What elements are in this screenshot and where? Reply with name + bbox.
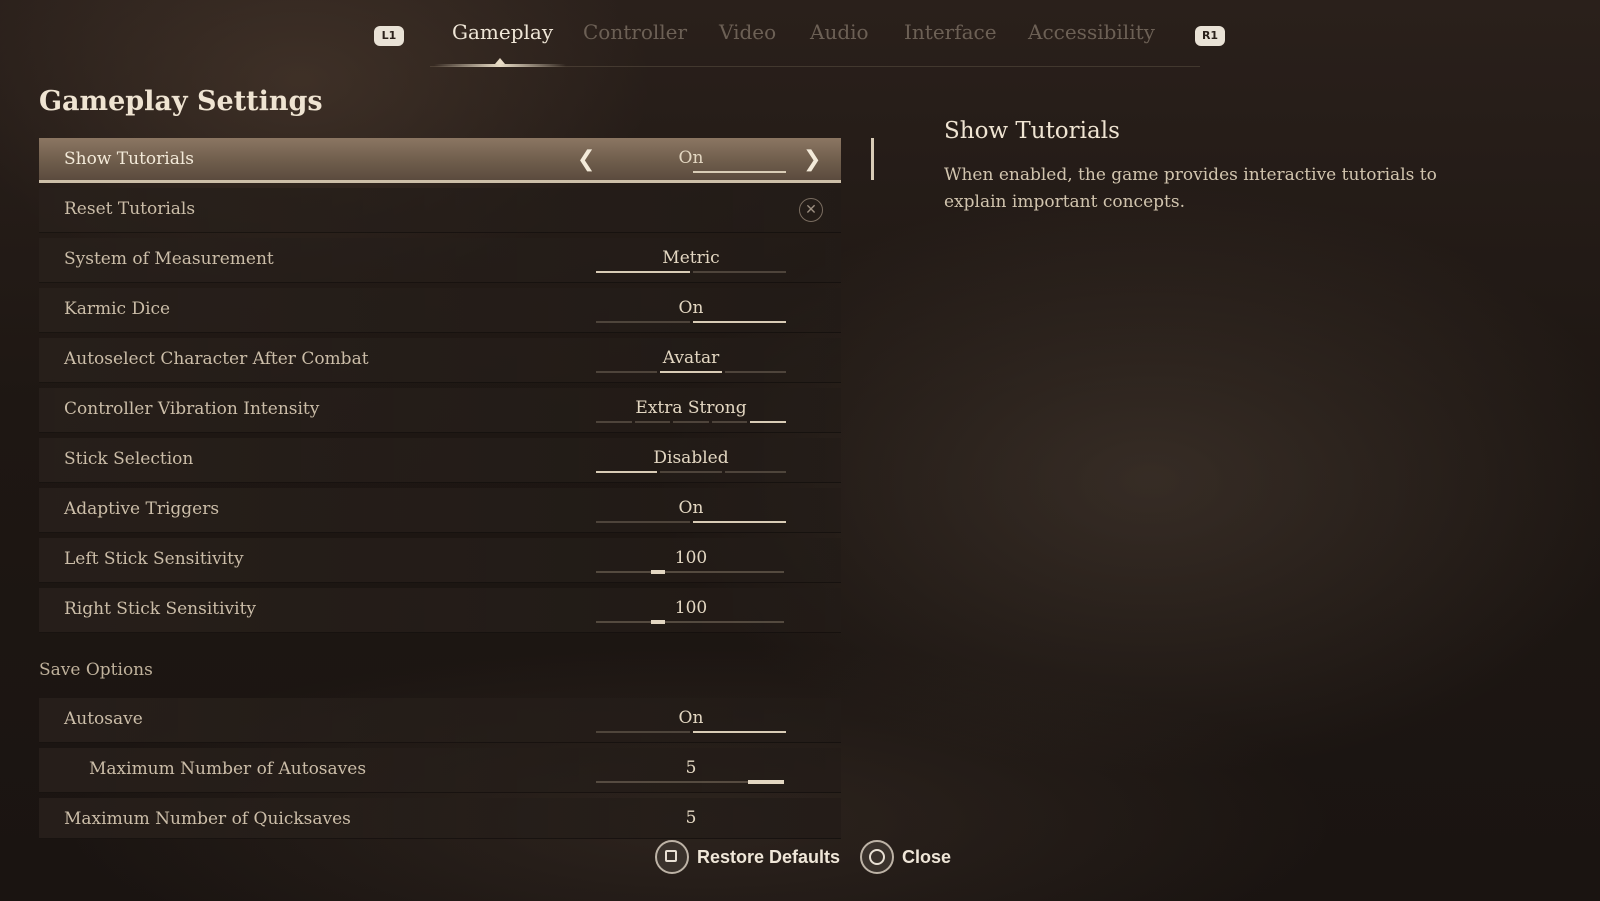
tab-bar: L1 Gameplay Controller Video Audio Inter… (0, 14, 1600, 72)
option-indicator (596, 171, 786, 173)
setting-row-max-quicksaves[interactable]: Maximum Number of Quicksaves 5 (39, 798, 841, 839)
setting-row-stick-selection[interactable]: Stick Selection Disabled (39, 438, 841, 483)
circle-button-icon (860, 840, 894, 874)
option-indicator (596, 271, 786, 273)
setting-value: 100 (674, 598, 708, 618)
tab-audio[interactable]: Audio (810, 20, 869, 44)
tab-interface[interactable]: Interface (904, 20, 997, 44)
setting-value: 5 (685, 758, 697, 778)
slider-knob[interactable] (651, 620, 666, 624)
square-button-icon (655, 840, 689, 874)
sensitivity-slider[interactable] (596, 570, 784, 574)
setting-label: Autosave (64, 709, 143, 729)
close-icon[interactable]: ✕ (799, 198, 823, 222)
r1-bumper-icon[interactable]: R1 (1195, 26, 1225, 46)
setting-value: Extra Strong (635, 398, 747, 418)
active-tab-underline (434, 64, 566, 67)
setting-label: Adaptive Triggers (64, 499, 220, 519)
setting-value: On (678, 498, 704, 518)
setting-label: Maximum Number of Autosaves (89, 759, 367, 779)
setting-row-autosave[interactable]: Autosave On (39, 698, 841, 743)
setting-row-left-stick-sensitivity[interactable]: Left Stick Sensitivity 100 (39, 538, 841, 583)
restore-defaults-label: Restore Defaults (697, 846, 841, 867)
tab-accessibility[interactable]: Accessibility (1028, 20, 1155, 44)
setting-label: Right Stick Sensitivity (64, 599, 257, 619)
option-indicator (596, 371, 786, 373)
tab-controller[interactable]: Controller (583, 20, 687, 44)
setting-row-system-of-measurement[interactable]: System of Measurement Metric (39, 238, 841, 283)
setting-label: Reset Tutorials (64, 199, 196, 219)
l1-bumper-icon[interactable]: L1 (374, 26, 404, 46)
slider-knob[interactable] (748, 780, 784, 784)
description-text: When enabled, the game provides interact… (944, 165, 1437, 212)
setting-row-max-autosaves[interactable]: Maximum Number of Autosaves 5 (39, 748, 841, 793)
tab-gameplay[interactable]: Gameplay (452, 20, 553, 44)
option-indicator (596, 321, 786, 323)
setting-label: Stick Selection (64, 449, 194, 469)
setting-row-controller-vibration[interactable]: Controller Vibration Intensity Extra Str… (39, 388, 841, 433)
setting-label: Autoselect Character After Combat (64, 349, 369, 369)
setting-label: Left Stick Sensitivity (64, 549, 244, 569)
option-indicator (596, 521, 786, 523)
section-header-save-options: Save Options (39, 660, 153, 680)
setting-label: Controller Vibration Intensity (64, 399, 320, 419)
description-title: Show Tutorials (944, 118, 1120, 144)
setting-label: System of Measurement (64, 249, 274, 269)
setting-value: 100 (674, 548, 708, 568)
setting-row-adaptive-triggers[interactable]: Adaptive Triggers On (39, 488, 841, 533)
setting-value: Avatar (662, 348, 720, 368)
setting-row-reset-tutorials[interactable]: Reset Tutorials ✕ (39, 188, 841, 233)
setting-row-show-tutorials[interactable]: Show Tutorials ❮ On ❯ (39, 138, 841, 183)
setting-value: 5 (685, 808, 697, 828)
restore-defaults-button[interactable]: Restore Defaults (655, 840, 840, 874)
tab-video[interactable]: Video (719, 20, 776, 44)
sensitivity-slider[interactable] (596, 620, 784, 624)
setting-row-autoselect-character[interactable]: Autoselect Character After Combat Avatar (39, 338, 841, 383)
close-label: Close (902, 846, 952, 867)
setting-label: Maximum Number of Quicksaves (64, 809, 351, 829)
chevron-left-icon[interactable]: ❮ (577, 147, 595, 172)
chevron-right-icon[interactable]: ❯ (803, 147, 821, 172)
setting-row-karmic-dice[interactable]: Karmic Dice On (39, 288, 841, 333)
option-indicator (596, 471, 786, 473)
page-title: Gameplay Settings (39, 86, 323, 117)
scrollbar[interactable] (871, 138, 874, 180)
setting-label: Show Tutorials (64, 149, 194, 169)
setting-label: Karmic Dice (64, 299, 171, 319)
setting-value: Disabled (653, 448, 729, 468)
option-indicator (596, 421, 786, 423)
option-indicator (596, 731, 786, 733)
active-tab-caret-icon (495, 58, 505, 64)
slider-knob[interactable] (651, 570, 666, 574)
setting-value: On (678, 298, 704, 318)
setting-row-right-stick-sensitivity[interactable]: Right Stick Sensitivity 100 (39, 588, 841, 633)
setting-value: On (678, 708, 704, 728)
close-button[interactable]: Close (860, 840, 951, 874)
setting-value: Metric (662, 248, 720, 268)
autosave-count-slider[interactable] (596, 780, 784, 784)
setting-value: On (678, 148, 704, 168)
